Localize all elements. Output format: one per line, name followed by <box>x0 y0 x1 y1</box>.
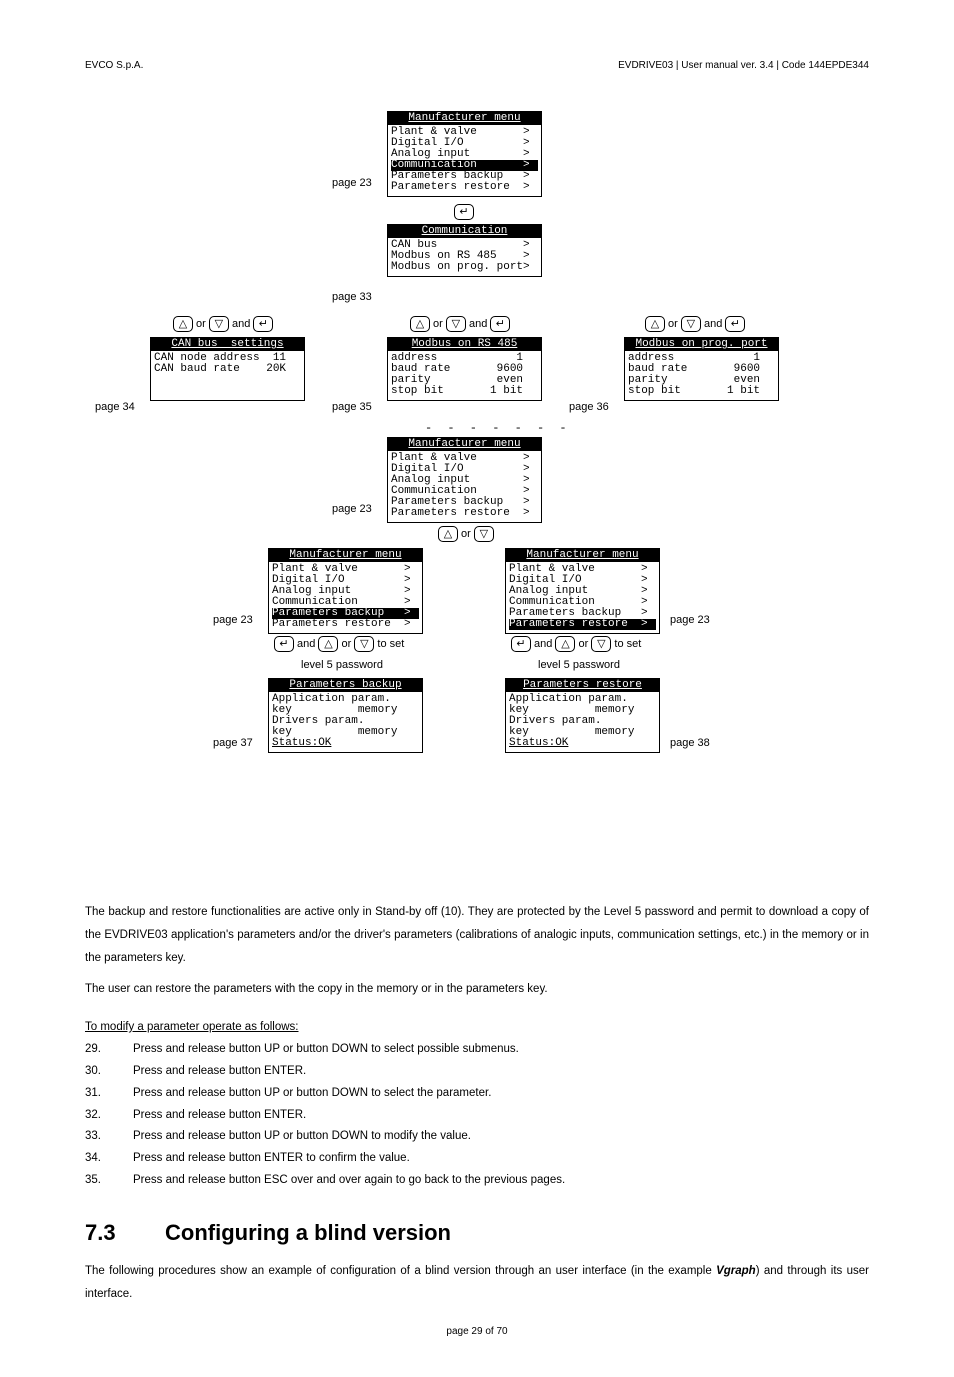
paragraph-backup-restore: The backup and restore functionalities a… <box>85 901 869 970</box>
up-icon: △ <box>173 316 193 332</box>
step-row: 35.Press and release button ESC over and… <box>85 1170 869 1192</box>
label-page-37: page 37 <box>213 737 253 749</box>
label-level5-left: level 5 password <box>301 659 383 671</box>
label-level5-right: level 5 password <box>538 659 620 671</box>
lcd-parameters-restore: Parameters restore Application param. ke… <box>505 678 660 753</box>
label-page-34: page 34 <box>95 401 135 413</box>
step-row: 29.Press and release button UP or button… <box>85 1039 869 1061</box>
page-footer: page 29 of 70 <box>85 1326 869 1337</box>
nav-up-down: △ or ▽ <box>438 526 494 542</box>
step-row: 30.Press and release button ENTER. <box>85 1061 869 1083</box>
section-heading-7-3: 7.3 Configuring a blind version <box>85 1220 869 1246</box>
step-row: 33.Press and release button UP or button… <box>85 1126 869 1148</box>
lcd-communication: Communication CAN bus > Modbus on RS 485… <box>387 224 542 277</box>
label-page-23-b: page 23 <box>332 503 372 515</box>
up-icon: △ <box>438 526 458 542</box>
separator-dashes: - - - - - - - <box>425 421 571 435</box>
up-icon: △ <box>410 316 430 332</box>
down-icon: ▽ <box>446 316 466 332</box>
lcd-manufacturer-menu-1: Manufacturer menu Plant & valve > Digita… <box>387 111 542 197</box>
enter-icon: ↵ <box>253 316 273 332</box>
enter-icon: ↵ <box>490 316 510 332</box>
up-icon: △ <box>645 316 665 332</box>
down-icon: ▽ <box>591 636 611 652</box>
section-7-3-text: The following procedures show an example… <box>85 1260 869 1306</box>
step-row: 34.Press and release button ENTER to con… <box>85 1148 869 1170</box>
lcd-parameters-backup: Parameters backup Application param. key… <box>268 678 423 753</box>
lcd-menu-restore-hl: Manufacturer menu Plant & valve > Digita… <box>505 548 660 634</box>
nav-row-left: △ or ▽ and ↵ <box>173 316 273 332</box>
lcd-menu-backup-hl: Manufacturer menu Plant & valve > Digita… <box>268 548 423 634</box>
enter-icon: ↵ <box>274 636 294 652</box>
lcd-can-bus: CAN bus settings CAN node address 11 CAN… <box>150 337 305 401</box>
down-icon: ▽ <box>354 636 374 652</box>
label-page-36: page 36 <box>569 401 609 413</box>
nav-set-right: ↵ and △ or ▽ to set <box>511 636 641 652</box>
down-icon: ▽ <box>474 526 494 542</box>
nav-row-mid: △ or ▽ and ↵ <box>410 316 510 332</box>
header-left: EVCO S.p.A. <box>85 60 143 71</box>
lcd-modbus-rs485: Modbus on RS 485 address 1 baud rate 960… <box>387 337 542 401</box>
down-icon: ▽ <box>681 316 701 332</box>
label-page-33: page 33 <box>332 291 372 303</box>
steps-list: 29.Press and release button UP or button… <box>85 1039 869 1192</box>
label-page-23-c: page 23 <box>213 614 253 626</box>
nav-row-right: △ or ▽ and ↵ <box>645 316 745 332</box>
header-right: EVDRIVE03 | User manual ver. 3.4 | Code … <box>618 60 869 71</box>
lcd-modbus-prog: Modbus on prog. port address 1 baud rate… <box>624 337 779 401</box>
enter-icon: ↵ <box>454 204 474 220</box>
nav-set-left: ↵ and △ or ▽ to set <box>274 636 404 652</box>
paragraph-user-restore: The user can restore the parameters with… <box>85 978 869 1001</box>
up-icon: △ <box>555 636 575 652</box>
label-page-35: page 35 <box>332 401 372 413</box>
enter-icon: ↵ <box>511 636 531 652</box>
down-icon: ▽ <box>209 316 229 332</box>
label-page-23-d: page 23 <box>670 614 710 626</box>
modify-param-heading: To modify a parameter operate as follows… <box>85 1021 869 1033</box>
step-row: 31.Press and release button UP or button… <box>85 1083 869 1105</box>
label-page-38: page 38 <box>670 737 710 749</box>
label-page-23-a: page 23 <box>332 177 372 189</box>
up-icon: △ <box>318 636 338 652</box>
enter-icon: ↵ <box>725 316 745 332</box>
menu-diagram: Manufacturer menu Plant & valve > Digita… <box>85 111 869 881</box>
step-row: 32.Press and release button ENTER. <box>85 1105 869 1127</box>
lcd-manufacturer-menu-2: Manufacturer menu Plant & valve > Digita… <box>387 437 542 523</box>
